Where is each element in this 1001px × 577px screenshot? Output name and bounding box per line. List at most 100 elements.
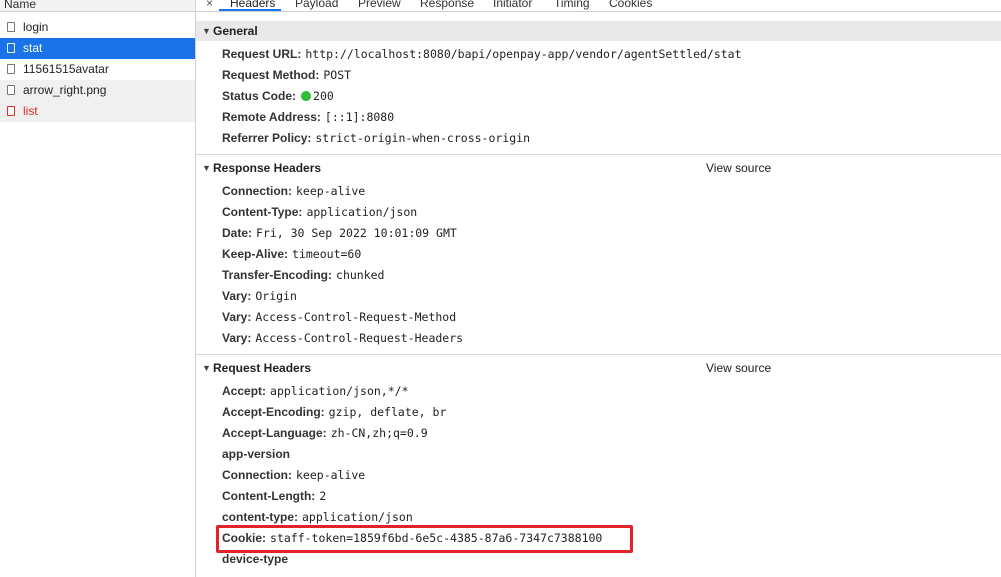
header-row: Request URL: http://localhost:8080/bapi/o… bbox=[222, 44, 742, 65]
tab-payload[interactable]: Payload bbox=[295, 0, 338, 10]
header-row: Referrer Policy: strict-origin-when-cross… bbox=[222, 128, 530, 149]
tab-response[interactable]: Response bbox=[420, 0, 474, 10]
header-row: Accept-Language: zh-CN,zh;q=0.9 bbox=[222, 423, 428, 444]
header-row: Remote Address: [::1]:8080 bbox=[222, 107, 394, 128]
name-column-header[interactable]: Name bbox=[0, 0, 195, 12]
header-key: content-type: bbox=[222, 510, 298, 524]
tab-initiator[interactable]: Initiator bbox=[493, 0, 532, 10]
section-title: Request Headers bbox=[213, 361, 312, 375]
tab-timing[interactable]: Timing bbox=[554, 0, 590, 10]
response-headers-section-header[interactable]: ▼ Response Headers View source bbox=[196, 158, 1001, 178]
view-source-link[interactable]: View source bbox=[706, 158, 771, 178]
header-value: Access-Control-Request-Headers bbox=[255, 331, 464, 345]
triangle-down-icon: ▼ bbox=[202, 163, 211, 173]
header-row: Connection: keep-alive bbox=[222, 465, 365, 486]
header-value: application/json bbox=[306, 205, 418, 219]
tab-preview[interactable]: Preview bbox=[358, 0, 401, 10]
header-value: timeout=60 bbox=[292, 247, 362, 261]
header-row: Accept-Encoding: gzip, deflate, br bbox=[222, 402, 446, 423]
header-row: app-version bbox=[222, 444, 294, 465]
tab-cookies[interactable]: Cookies bbox=[609, 0, 652, 10]
section-divider bbox=[196, 354, 1001, 355]
header-row: Content-Type: application/json bbox=[222, 202, 417, 223]
header-value: chunked bbox=[336, 268, 385, 282]
request-details-panel: × Headers Payload Preview Response Initi… bbox=[196, 0, 1001, 577]
header-key: Accept-Language: bbox=[222, 426, 327, 440]
request-item-label: stat bbox=[23, 41, 43, 55]
header-value: POST bbox=[323, 68, 352, 82]
header-row: Accept: application/json,*/* bbox=[222, 381, 409, 402]
header-row: Vary: Origin bbox=[222, 286, 297, 307]
header-key: Vary: bbox=[222, 310, 252, 324]
header-value: strict-origin-when-cross-origin bbox=[315, 131, 531, 145]
header-key: Status Code: bbox=[222, 89, 297, 103]
header-value: zh-CN,zh;q=0.9 bbox=[330, 426, 428, 440]
header-key: Date: bbox=[222, 226, 253, 240]
request-item-list[interactable]: list bbox=[0, 101, 195, 122]
header-row: Transfer-Encoding: chunked bbox=[222, 265, 384, 286]
header-row: Vary: Access-Control-Request-Headers bbox=[222, 328, 463, 349]
header-value: 200 bbox=[313, 89, 334, 103]
request-item-arrow-right[interactable]: arrow_right.png bbox=[0, 80, 195, 101]
header-row: Keep-Alive: timeout=60 bbox=[222, 244, 361, 265]
header-value: application/json,*/* bbox=[270, 384, 409, 398]
active-tab-indicator bbox=[219, 9, 281, 11]
header-key: Content-Length: bbox=[222, 489, 316, 503]
request-item-stat[interactable]: stat bbox=[0, 38, 195, 59]
request-list-panel: Name login stat 11561515avatar arrow_rig… bbox=[0, 0, 195, 577]
header-value: keep-alive bbox=[296, 468, 366, 482]
header-key: Content-Type: bbox=[222, 205, 303, 219]
cookie-highlight-box bbox=[216, 525, 633, 553]
request-item-login[interactable]: login bbox=[0, 17, 195, 38]
header-key: app-version bbox=[222, 447, 291, 461]
header-row: Connection: keep-alive bbox=[222, 181, 365, 202]
header-key: Referrer Policy: bbox=[222, 131, 312, 145]
header-value: Fri, 30 Sep 2022 10:01:09 GMT bbox=[256, 226, 457, 240]
document-icon bbox=[7, 43, 15, 53]
general-section-header[interactable]: ▼ General bbox=[196, 21, 1001, 41]
header-row: Date: Fri, 30 Sep 2022 10:01:09 GMT bbox=[222, 223, 457, 244]
header-key: Vary: bbox=[222, 289, 252, 303]
header-row: Vary: Access-Control-Request-Method bbox=[222, 307, 456, 328]
request-item-label: list bbox=[23, 104, 38, 118]
close-icon[interactable]: × bbox=[206, 0, 213, 10]
request-headers-section-header[interactable]: ▼ Request Headers View source bbox=[196, 358, 1001, 378]
triangle-down-icon: ▼ bbox=[202, 363, 211, 373]
header-row: Request Method: POST bbox=[222, 65, 351, 86]
document-icon bbox=[7, 64, 15, 74]
header-value: Access-Control-Request-Method bbox=[255, 310, 457, 324]
header-key: device-type bbox=[222, 552, 289, 566]
document-icon bbox=[7, 106, 15, 116]
header-value: gzip, deflate, br bbox=[328, 405, 447, 419]
header-row: Status Code: 200 bbox=[222, 86, 334, 107]
header-key: Vary: bbox=[222, 331, 252, 345]
header-value: keep-alive bbox=[296, 184, 366, 198]
header-key: Request Method: bbox=[222, 68, 320, 82]
header-value: application/json bbox=[302, 510, 413, 524]
header-row: Content-Length: 2 bbox=[222, 486, 326, 507]
document-icon bbox=[7, 85, 15, 95]
header-value: http://localhost:8080/bapi/openpay-app/v… bbox=[305, 47, 742, 61]
header-key: Request URL: bbox=[222, 47, 302, 61]
document-icon bbox=[7, 22, 15, 32]
header-key: Remote Address: bbox=[222, 110, 321, 124]
section-divider bbox=[196, 154, 1001, 155]
header-key: Accept-Encoding: bbox=[222, 405, 325, 419]
header-key: Keep-Alive: bbox=[222, 247, 289, 261]
header-value: Origin bbox=[255, 289, 297, 303]
header-key: Accept: bbox=[222, 384, 267, 398]
triangle-down-icon: ▼ bbox=[202, 26, 211, 36]
request-item-label: arrow_right.png bbox=[23, 83, 107, 97]
request-item-label: 11561515avatar bbox=[23, 62, 109, 76]
section-title: Response Headers bbox=[213, 161, 322, 175]
request-item-label: login bbox=[23, 20, 49, 34]
header-value: 2 bbox=[319, 489, 327, 503]
view-source-link[interactable]: View source bbox=[706, 358, 771, 378]
request-item-avatar[interactable]: 11561515avatar bbox=[0, 59, 195, 80]
details-tabbar: × Headers Payload Preview Response Initi… bbox=[196, 0, 1001, 12]
name-column-label: Name bbox=[4, 0, 37, 11]
status-ok-icon bbox=[301, 91, 312, 101]
header-key: Connection: bbox=[222, 468, 292, 482]
header-value: [::1]:8080 bbox=[324, 110, 395, 124]
header-key: Connection: bbox=[222, 184, 292, 198]
